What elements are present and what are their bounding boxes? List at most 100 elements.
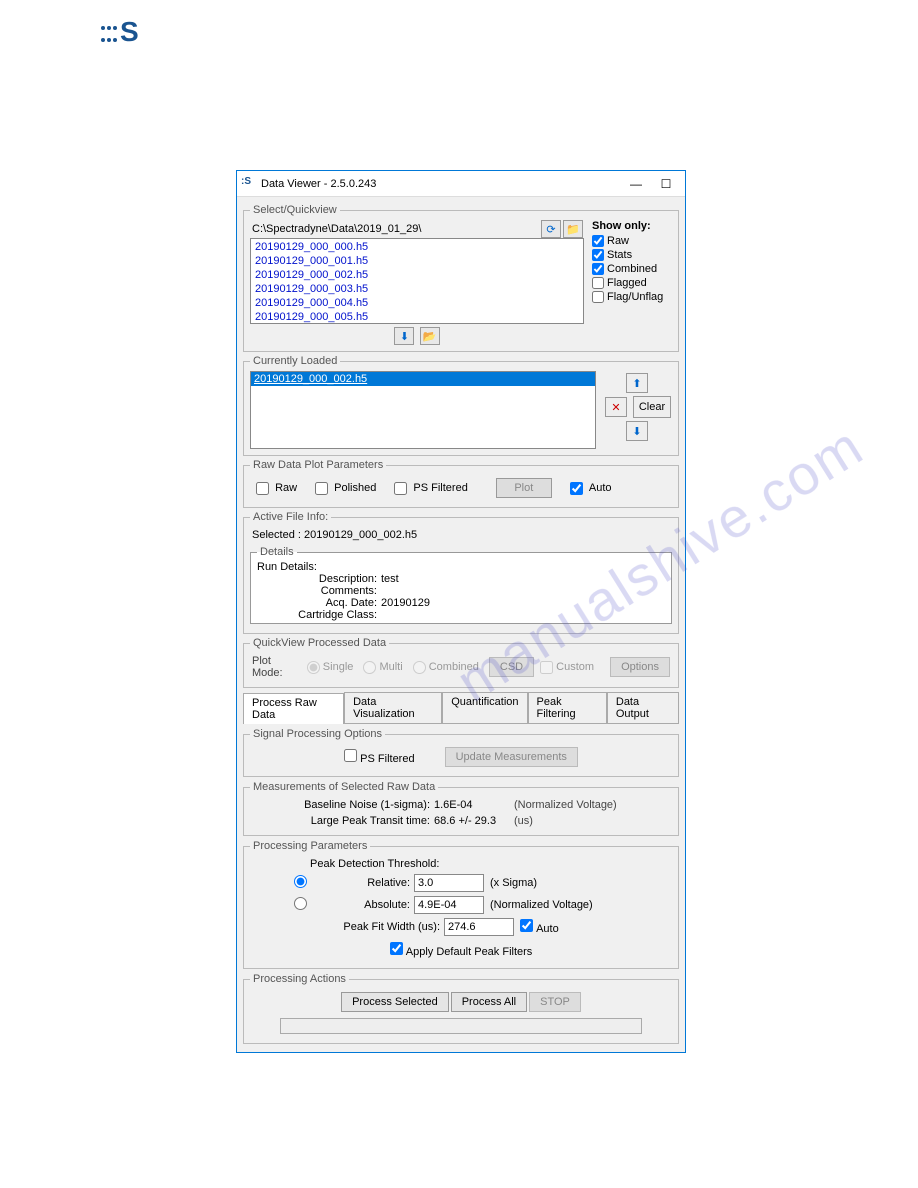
selected-label: Selected : [252, 529, 301, 541]
relative-label: Relative: [330, 877, 410, 889]
baseline-noise-label: Baseline Noise (1-sigma): [270, 799, 430, 811]
measurements-group: Measurements of Selected Raw Data Baseli… [243, 781, 679, 836]
tab-peak-filtering[interactable]: Peak Filtering [528, 692, 607, 723]
plot-params-legend: Raw Data Plot Parameters [250, 459, 386, 471]
transit-time-label: Large Peak Transit time: [270, 815, 430, 827]
threshold-label: Peak Detection Threshold: [250, 856, 672, 872]
description-value: test [381, 573, 399, 585]
update-measurements-button: Update Measurements [445, 747, 578, 767]
transit-time-unit: (us) [514, 815, 533, 827]
processing-actions-legend: Processing Actions [250, 973, 349, 985]
list-item[interactable]: 20190129_000_000.h5 [252, 240, 582, 254]
list-item[interactable]: 20190129_000_003.h5 [252, 282, 582, 296]
signal-processing-group: Signal Processing Options PS Filtered Up… [243, 728, 679, 777]
remove-icon[interactable]: ✕ [605, 397, 627, 417]
details-legend: Details [257, 546, 297, 558]
folder-path: C:\Spectradyne\Data\2019_01_29\ [250, 221, 540, 237]
data-viewer-window: :S Data Viewer - 2.5.0.243 — ☐ Select/Qu… [236, 170, 686, 1053]
absolute-input[interactable] [414, 896, 484, 914]
ps-filtered-checkbox[interactable]: PS Filtered [344, 749, 414, 765]
fit-width-auto-checkbox[interactable]: Auto [520, 919, 559, 935]
tab-process-raw[interactable]: Process Raw Data [243, 693, 344, 724]
show-stats-checkbox[interactable]: Stats [592, 249, 672, 261]
process-all-button[interactable]: Process All [451, 992, 527, 1012]
show-only-label: Show only: [592, 220, 672, 232]
options-button: Options [610, 657, 670, 677]
clear-button[interactable]: Clear [633, 396, 671, 418]
plot-mode-custom: Custom [540, 661, 594, 674]
stop-button: STOP [529, 992, 581, 1012]
active-file-legend: Active File Info: [250, 511, 331, 523]
tab-data-visualization[interactable]: Data Visualization [344, 692, 442, 723]
plot-mode-combined: Combined [413, 661, 479, 674]
plot-psfiltered-checkbox[interactable]: PS Filtered [394, 482, 467, 495]
currently-loaded-group: Currently Loaded 20190129_000_002.h5 ⬆ ✕… [243, 355, 679, 456]
processing-actions-group: Processing Actions Process Selected Proc… [243, 973, 679, 1044]
acq-date-value: 20190129 [381, 597, 430, 609]
titlebar: :S Data Viewer - 2.5.0.243 — ☐ [237, 171, 685, 197]
plot-polished-checkbox[interactable]: Polished [315, 482, 376, 495]
threshold-absolute-radio[interactable] [294, 897, 307, 910]
progress-bar [280, 1018, 642, 1034]
details-group: Details Run Details: Description: test Co… [250, 546, 672, 624]
plot-params-group: Raw Data Plot Parameters Raw Polished PS… [243, 459, 679, 508]
comments-label: Comments: [257, 585, 377, 597]
description-label: Description: [257, 573, 377, 585]
show-raw-checkbox[interactable]: Raw [592, 235, 672, 247]
list-item[interactable]: 20190129_000_005.h5 [252, 310, 582, 324]
absolute-label: Absolute: [330, 899, 410, 911]
move-down-icon[interactable]: ⬇ [626, 421, 648, 441]
maximize-button[interactable]: ☐ [651, 174, 681, 194]
show-only-panel: Show only: Raw Stats Combined Flagged Fl… [592, 220, 672, 345]
select-quickview-group: Select/Quickview C:\Spectradyne\Data\201… [243, 204, 679, 352]
fit-width-label: Peak Fit Width (us): [330, 921, 440, 933]
baseline-noise-value: 1.6E-04 [434, 799, 514, 811]
list-item[interactable]: 20190129_000_001.h5 [252, 254, 582, 268]
apply-default-filters-checkbox[interactable]: Apply Default Peak Filters [390, 946, 533, 958]
window-title: Data Viewer - 2.5.0.243 [261, 178, 621, 190]
tab-quantification[interactable]: Quantification [442, 692, 527, 723]
loaded-list[interactable]: 20190129_000_002.h5 [250, 371, 596, 449]
move-down-icon[interactable]: ⬇ [394, 327, 414, 345]
active-file-group: Active File Info: Selected : 20190129_00… [243, 511, 679, 634]
plot-button[interactable]: Plot [496, 478, 552, 498]
relative-input[interactable] [414, 874, 484, 892]
plot-mode-label: Plot Mode: [252, 655, 301, 679]
folder-open-icon[interactable]: 📁 [563, 220, 583, 238]
refresh-icon[interactable]: ⟳ [541, 220, 561, 238]
flag-unflag-checkbox[interactable]: Flag/Unflag [592, 291, 672, 303]
plot-auto-checkbox[interactable]: Auto [570, 482, 612, 495]
show-combined-checkbox[interactable]: Combined [592, 263, 672, 275]
run-details-label: Run Details: [257, 561, 665, 573]
currently-loaded-legend: Currently Loaded [250, 355, 340, 367]
process-selected-button[interactable]: Process Selected [341, 992, 449, 1012]
tab-bar: Process Raw Data Data Visualization Quan… [243, 692, 679, 724]
file-list[interactable]: 20190129_000_000.h5 20190129_000_001.h5 … [250, 238, 584, 324]
absolute-unit: (Normalized Voltage) [490, 899, 593, 911]
minimize-button[interactable]: — [621, 174, 651, 194]
app-icon: :S [241, 176, 257, 192]
baseline-noise-unit: (Normalized Voltage) [514, 799, 617, 811]
list-item[interactable]: 20190129_000_002.h5 [252, 268, 582, 282]
cartridge-label: Cartridge Class: [257, 609, 377, 621]
list-item[interactable]: 20190129_000_004.h5 [252, 296, 582, 310]
measurements-legend: Measurements of Selected Raw Data [250, 781, 438, 793]
plot-mode-single: Single [307, 661, 354, 674]
brand-logo: S [100, 16, 137, 48]
show-flagged-checkbox[interactable]: Flagged [592, 277, 672, 289]
processing-params-group: Processing Parameters Peak Detection Thr… [243, 840, 679, 969]
plot-mode-multi: Multi [363, 661, 402, 674]
fit-width-input[interactable] [444, 918, 514, 936]
quickview-processed-group: QuickView Processed Data Plot Mode: Sing… [243, 637, 679, 688]
threshold-relative-radio[interactable] [294, 875, 307, 888]
tab-data-output[interactable]: Data Output [607, 692, 679, 723]
folder-move-icon[interactable]: 📂 [420, 327, 440, 345]
plot-raw-checkbox[interactable]: Raw [256, 482, 297, 495]
signal-processing-legend: Signal Processing Options [250, 728, 385, 740]
relative-unit: (x Sigma) [490, 877, 537, 889]
processing-params-legend: Processing Parameters [250, 840, 370, 852]
list-item[interactable]: 20190129_000_002.h5 [251, 372, 595, 386]
selected-value: 20190129_000_002.h5 [304, 529, 417, 541]
move-up-icon[interactable]: ⬆ [626, 373, 648, 393]
quickview-processed-legend: QuickView Processed Data [250, 637, 389, 649]
